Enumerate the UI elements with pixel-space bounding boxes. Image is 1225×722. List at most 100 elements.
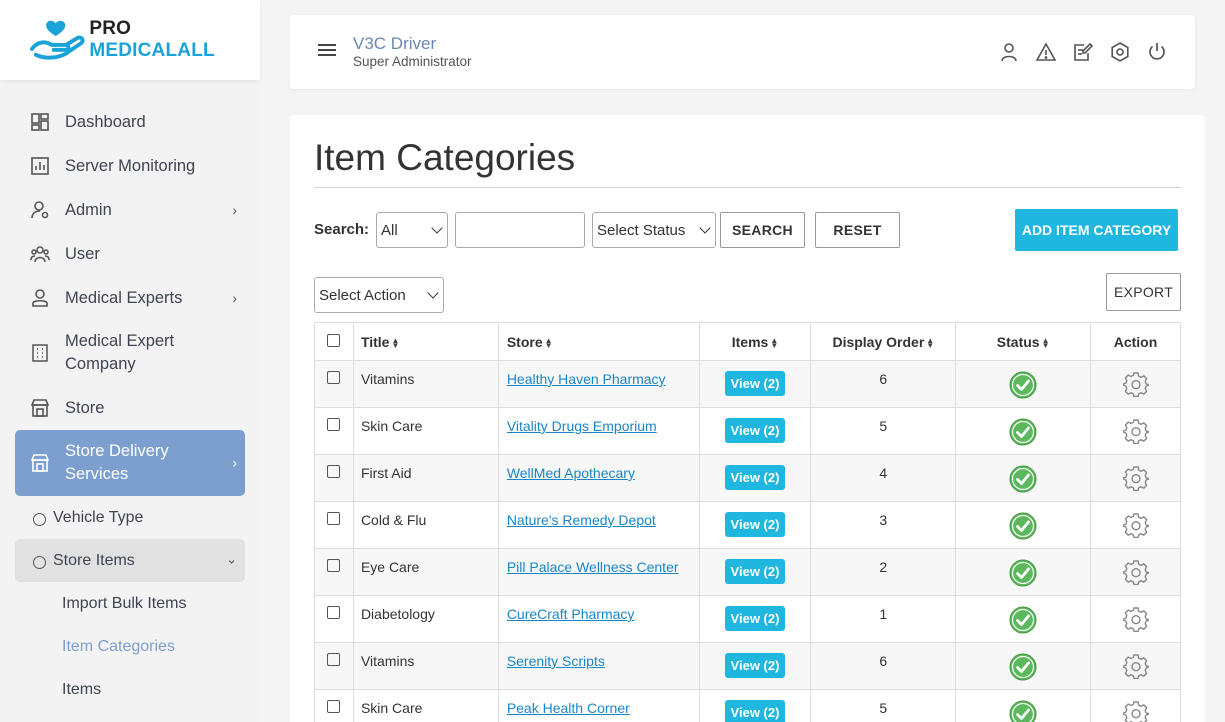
select-all-cell: [314, 322, 354, 361]
column-header-status[interactable]: Status ▲ ▼: [955, 322, 1092, 361]
gear-icon[interactable]: [1122, 606, 1150, 633]
store-cell: Nature's Remedy Depot: [497, 501, 700, 549]
store-link[interactable]: Serenity Scripts: [507, 653, 605, 669]
row-checkbox[interactable]: [327, 465, 341, 478]
row-checkbox[interactable]: [327, 700, 341, 713]
gear-icon[interactable]: [1122, 700, 1150, 722]
row-checkbox[interactable]: [327, 559, 341, 572]
sidebar-item-store[interactable]: Store: [15, 386, 245, 430]
search-field-select[interactable]: All: [376, 212, 448, 248]
status-active-icon[interactable]: [1009, 512, 1037, 540]
logo[interactable]: PRO MEDICALALL: [0, 0, 260, 80]
settings-icon[interactable]: [1110, 42, 1130, 62]
sidebar-item-dashboard[interactable]: Dashboard: [15, 100, 245, 144]
gear-icon[interactable]: [1122, 418, 1150, 445]
view-items-button[interactable]: View (2): [724, 418, 786, 443]
row-checkbox[interactable]: [327, 371, 341, 384]
store-link[interactable]: Healthy Haven Pharmacy: [507, 371, 666, 387]
sidebar-item-admin[interactable]: Admin ›: [15, 188, 245, 232]
bulk-action-select[interactable]: Select Action: [314, 277, 444, 313]
sidebar-link-items[interactable]: Items: [15, 668, 245, 711]
status-cell: [955, 642, 1092, 690]
sidebar-item-user[interactable]: User: [15, 232, 245, 276]
sidebar-subitem-label: Store Items: [53, 551, 135, 569]
top-header: V3C Driver Super Administrator: [290, 15, 1195, 89]
column-header-store[interactable]: Store ▲ ▼: [497, 322, 700, 361]
gear-icon[interactable]: [1122, 371, 1150, 398]
export-button[interactable]: EXPORT: [1106, 273, 1181, 311]
sidebar-nav: Dashboard Server Monitoring Admin › User: [15, 100, 245, 711]
row-checkbox[interactable]: [327, 653, 341, 666]
store-link[interactable]: Vitality Drugs Emporium: [507, 418, 657, 434]
add-item-category-button[interactable]: ADD ITEM CATEGORY: [1015, 209, 1178, 251]
gear-icon[interactable]: [1122, 559, 1150, 586]
status-active-icon[interactable]: [1009, 371, 1037, 399]
view-items-button[interactable]: View (2): [724, 512, 786, 537]
status-active-icon[interactable]: [1009, 700, 1037, 722]
row-checkbox[interactable]: [327, 606, 341, 619]
store-cell: Healthy Haven Pharmacy: [497, 360, 700, 408]
view-items-button[interactable]: View (2): [724, 700, 786, 722]
edit-note-icon[interactable]: [1073, 42, 1093, 62]
row-select-cell: [314, 548, 354, 596]
sidebar-item-medical-experts[interactable]: Medical Experts ›: [15, 276, 245, 320]
action-cell: [1090, 501, 1181, 549]
heart-hand-logo-icon: [30, 20, 85, 60]
power-icon[interactable]: [1147, 42, 1167, 62]
sidebar-item-store-delivery-services[interactable]: Store Delivery Services ›: [15, 430, 245, 496]
column-header-items[interactable]: Items ▲ ▼: [698, 322, 812, 361]
users-icon: [30, 244, 50, 264]
sidebar-link-import-bulk-items[interactable]: Import Bulk Items: [15, 582, 245, 625]
store-link[interactable]: Pill Palace Wellness Center: [507, 559, 679, 575]
profile-icon[interactable]: [999, 42, 1019, 62]
items-cell: View (2): [698, 642, 812, 690]
menu-icon[interactable]: [318, 44, 336, 58]
sidebar-link-item-categories[interactable]: Item Categories: [15, 625, 245, 668]
store-cell: Serenity Scripts: [497, 642, 700, 690]
row-checkbox[interactable]: [327, 512, 341, 525]
items-cell: View (2): [698, 595, 812, 643]
status-active-icon[interactable]: [1009, 465, 1037, 493]
gear-icon[interactable]: [1122, 512, 1150, 539]
row-select-cell: [314, 595, 354, 643]
view-items-button[interactable]: View (2): [724, 653, 786, 678]
action-cell: [1090, 407, 1181, 455]
brand-medicalall: MEDICALALL: [89, 40, 215, 61]
column-header-title[interactable]: Title ▲ ▼: [352, 322, 499, 361]
status-select[interactable]: Select Status: [592, 212, 716, 248]
alert-icon[interactable]: [1036, 42, 1056, 62]
store-link[interactable]: Peak Health Corner: [507, 700, 630, 716]
search-button[interactable]: SEARCH: [720, 212, 805, 248]
status-active-icon[interactable]: [1009, 418, 1037, 446]
column-header-display-order[interactable]: Display Order ▲ ▼: [810, 322, 957, 361]
gear-icon[interactable]: [1122, 653, 1150, 680]
store-link[interactable]: WellMed Apothecary: [507, 465, 635, 481]
status-cell: [955, 689, 1092, 722]
category-title: Diabetology: [352, 595, 499, 643]
status-active-icon[interactable]: [1009, 606, 1037, 634]
row-checkbox[interactable]: [327, 418, 341, 431]
store-link[interactable]: CureCraft Pharmacy: [507, 606, 635, 622]
view-items-button[interactable]: View (2): [724, 559, 786, 584]
select-all-checkbox[interactable]: [327, 333, 341, 347]
status-active-icon[interactable]: [1009, 559, 1037, 587]
action-cell: [1090, 595, 1181, 643]
gear-icon[interactable]: [1122, 465, 1150, 492]
sort-icon: ▲ ▼: [926, 336, 935, 351]
sidebar-subitem-vehicle-type[interactable]: Vehicle Type: [15, 496, 245, 539]
reset-button[interactable]: RESET: [815, 212, 900, 248]
store-link[interactable]: Nature's Remedy Depot: [507, 512, 656, 528]
sidebar-subitem-store-items[interactable]: Store Items ⌄: [15, 539, 245, 582]
chart-icon: [30, 156, 50, 176]
view-items-button[interactable]: View (2): [724, 465, 786, 490]
column-header-action: Action: [1090, 322, 1181, 361]
sidebar-item-label: Store Delivery Services: [65, 442, 169, 483]
sidebar-item-medical-expert-company[interactable]: Medical Expert Company: [15, 320, 245, 386]
status-active-icon[interactable]: [1009, 653, 1037, 681]
row-select-cell: [314, 642, 354, 690]
search-input[interactable]: [455, 212, 585, 248]
view-items-button[interactable]: View (2): [724, 606, 786, 631]
view-items-button[interactable]: View (2): [724, 371, 786, 396]
sidebar-item-server-monitoring[interactable]: Server Monitoring: [15, 144, 245, 188]
store-icon: [30, 398, 50, 418]
